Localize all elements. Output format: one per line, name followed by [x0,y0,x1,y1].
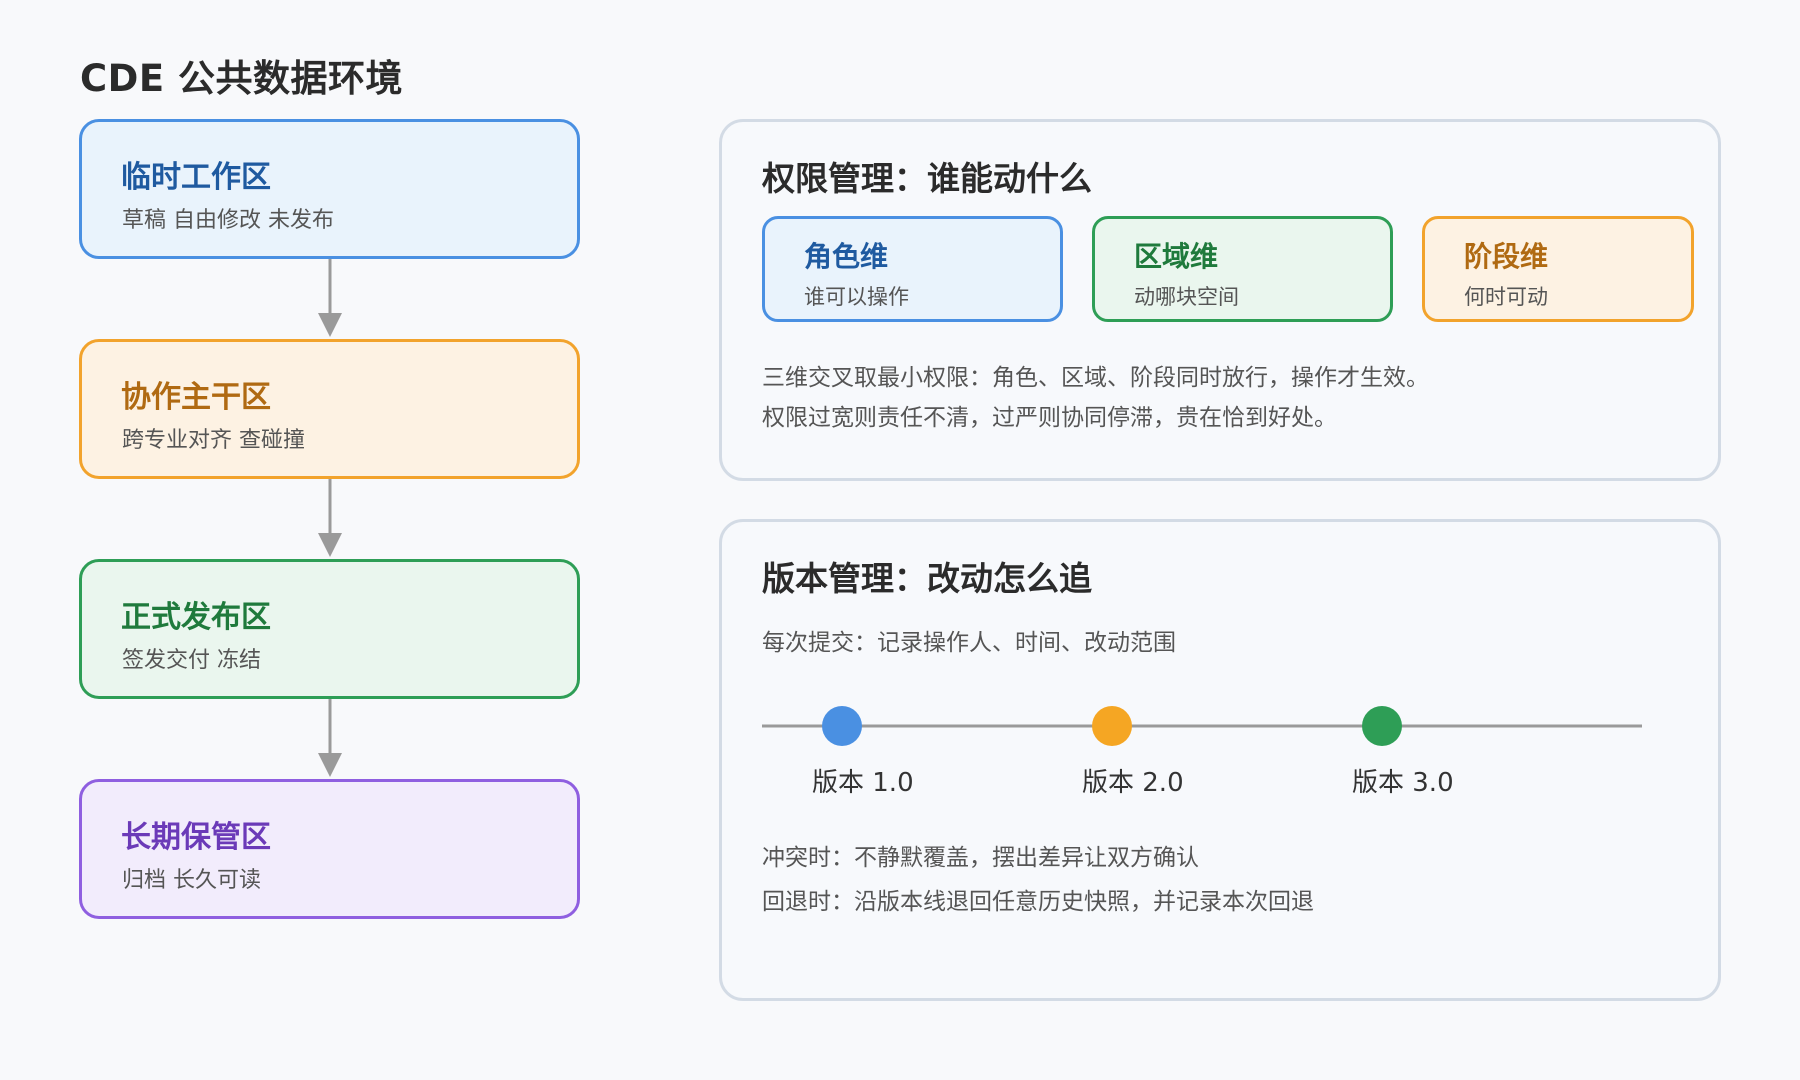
version-label: 版本 3.0 [1352,768,1454,798]
rollback-note: 回退时：沿版本线退回任意历史快照，并记录本次回退 [762,889,1314,915]
dimension-desc: 谁可以操作 [804,285,909,309]
dimension-area: 区域维 动哪块空间 [1092,216,1393,322]
zone-desc: 跨专业对齐 查碰撞 [122,428,305,453]
version-label: 版本 1.0 [812,768,914,798]
zone-title: 临时工作区 [121,160,271,195]
zone-title: 长期保管区 [121,820,271,855]
dimension-stage: 阶段维 何时可动 [1422,216,1694,322]
flow-arrow-down-icon [318,699,342,777]
zone-title: 协作主干区 [121,380,271,415]
zone-title: 正式发布区 [121,600,271,635]
permission-panel-title: 权限管理：谁能动什么 [762,159,1092,198]
version-dot [1092,706,1132,746]
zone-temporary-work: 临时工作区 草稿 自由修改 未发布 [79,119,580,259]
zone-desc: 草稿 自由修改 未发布 [122,208,334,233]
zone-desc: 归档 长久可读 [122,868,261,893]
flow-arrow-down-icon [318,479,342,557]
version-label: 版本 2.0 [1082,768,1184,798]
zone-official-release: 正式发布区 签发交付 冻结 [79,559,580,699]
version-dot [1362,706,1402,746]
flow-arrow-down-icon [318,259,342,337]
permission-note: 权限过宽则责任不清，过严则协同停滞，贵在恰到好处。 [762,405,1337,431]
permission-note: 三维交叉取最小权限：角色、区域、阶段同时放行，操作才生效。 [762,365,1429,391]
dimension-title: 区域维 [1134,240,1219,273]
commit-note: 每次提交：记录操作人、时间、改动范围 [762,630,1176,656]
dimension-title: 角色维 [804,240,889,273]
version-dot [822,706,862,746]
page-title: CDE 公共数据环境 [80,57,404,100]
dimension-desc: 何时可动 [1464,285,1548,309]
dimension-title: 阶段维 [1464,240,1549,273]
dimension-desc: 动哪块空间 [1134,285,1239,309]
zone-desc: 签发交付 冻结 [122,648,261,673]
permission-panel: 权限管理：谁能动什么 角色维 谁可以操作 区域维 动哪块空间 阶段维 何时可动 … [719,119,1721,481]
conflict-note: 冲突时：不静默覆盖，摆出差异让双方确认 [762,845,1199,871]
version-panel-title: 版本管理：改动怎么追 [762,559,1092,598]
zone-collaboration-trunk: 协作主干区 跨专业对齐 查碰撞 [79,339,580,479]
dimension-role: 角色维 谁可以操作 [762,216,1063,322]
version-panel: 版本管理：改动怎么追 每次提交：记录操作人、时间、改动范围 版本 1.0 版本 … [719,519,1721,1001]
zone-long-term-archive: 长期保管区 归档 长久可读 [79,779,580,919]
